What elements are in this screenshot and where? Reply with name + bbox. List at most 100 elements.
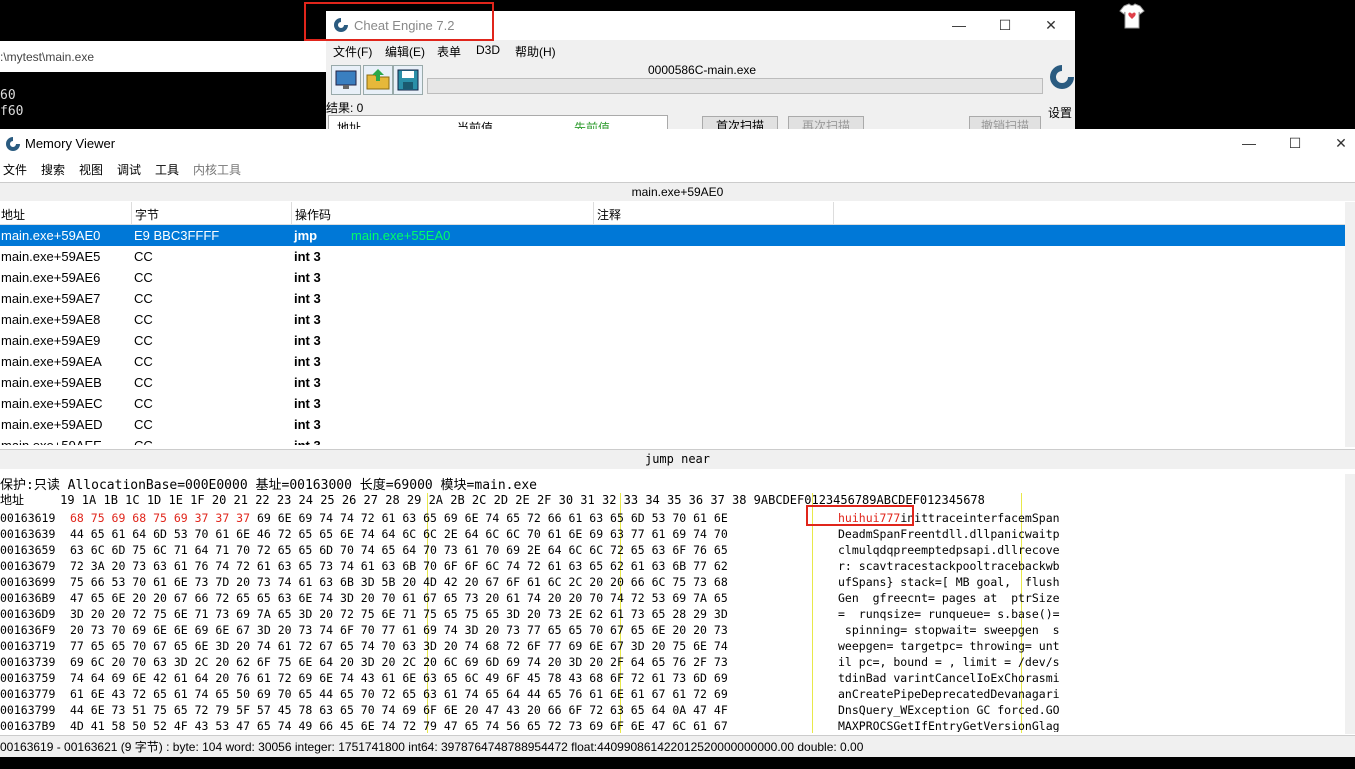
minimize-button[interactable]: — <box>936 11 982 40</box>
mv-titlebar[interactable]: Memory Viewer — ☐ ✕ <box>0 129 1355 158</box>
ascii-text: Gen gfreecnt= pages at ptrSize <box>838 591 1060 605</box>
disasm-row[interactable]: main.exe+59AE7 CC int 3 <box>0 288 1345 309</box>
maximize-button[interactable]: ☐ <box>1272 129 1318 158</box>
hex-row-bytes[interactable]: 44 6E 73 51 75 65 72 79 5F 57 45 78 63 6… <box>70 702 728 718</box>
taskbar-strip <box>0 757 1355 769</box>
hex-row-ascii[interactable]: Gen gfreecnt= pages at ptrSize <box>838 590 1060 606</box>
menu-file[interactable]: 文件 <box>3 161 27 178</box>
undo-scan-button[interactable]: 撤销扫描 <box>969 116 1041 129</box>
hex-row-ascii[interactable]: clmulqdqpreemptedpsapi.dllrecove <box>838 542 1060 558</box>
first-scan-button[interactable]: 首次扫描 <box>702 116 778 129</box>
hex-row-bytes[interactable]: 68 75 69 68 75 69 37 37 37 69 6E 69 74 7… <box>70 510 728 526</box>
col-address[interactable]: 地址 <box>1 206 25 223</box>
hex-row-bytes[interactable]: 20 73 70 69 6E 6E 69 6E 67 3D 20 73 74 6… <box>70 622 728 638</box>
col-opcode[interactable]: 操作码 <box>295 206 331 223</box>
menu-file[interactable]: 文件(F) <box>333 43 372 60</box>
hex-selected-bytes[interactable]: 68 75 69 68 75 69 37 37 37 <box>70 511 250 525</box>
menu-d3d[interactable]: D3D <box>476 43 500 57</box>
menu-edit[interactable]: 编辑(E) <box>385 43 425 60</box>
disasm-row[interactable]: main.exe+59AE9 CC int 3 <box>0 330 1345 351</box>
hex-dump[interactable]: 00163619 68 75 69 68 75 69 37 37 37 69 6E… <box>0 510 1345 732</box>
disasm-opcode: int 3 <box>294 312 321 327</box>
hex-row-ascii[interactable]: DnsQuery_WException GC forced.GO <box>838 702 1060 718</box>
save-button[interactable] <box>393 65 423 95</box>
hex-row-bytes[interactable]: 72 3A 20 73 63 61 76 74 72 61 63 65 73 7… <box>70 558 728 574</box>
hex-row-ascii[interactable]: spinning= stopwait= sweepgen s <box>838 622 1060 638</box>
disasm-row[interactable]: main.exe+59AEC CC int 3 <box>0 393 1345 414</box>
col-comment[interactable]: 注释 <box>597 206 621 223</box>
instruction-description: jump near <box>0 449 1355 469</box>
settings-label[interactable]: 设置 <box>1048 104 1072 121</box>
col-bytes[interactable]: 字节 <box>135 206 159 223</box>
close-button[interactable]: ✕ <box>1028 11 1074 40</box>
hex-row-ascii[interactable]: ufSpans} stack=[ MB goal, flush <box>838 574 1060 590</box>
folder-icon <box>366 69 390 90</box>
hex-row-bytes[interactable]: 77 65 65 70 67 65 6E 3D 20 74 61 72 67 6… <box>70 638 728 654</box>
hex-row-ascii[interactable]: MAXPROCSGetIfEntryGetVersionGlag <box>838 718 1060 732</box>
menu-search[interactable]: 搜索 <box>41 161 65 178</box>
disasm-row[interactable]: main.exe+59AED CC int 3 <box>0 414 1345 435</box>
hex-scrollbar[interactable] <box>1345 474 1355 734</box>
hex-row-ascii[interactable]: weepgen= targetpc= throwing= unt <box>838 638 1060 654</box>
hex-row-bytes[interactable]: 63 6C 6D 75 6C 71 64 71 70 72 65 65 6D 7… <box>70 542 728 558</box>
disasm-row[interactable]: main.exe+59AEB CC int 3 <box>0 372 1345 393</box>
disasm-row[interactable]: main.exe+59AEA CC int 3 <box>0 351 1345 372</box>
console-titlebar[interactable]: :\mytest\main.exe <box>0 41 326 72</box>
desktop-shirt-icon[interactable] <box>1118 2 1146 30</box>
close-button[interactable]: ✕ <box>1318 129 1355 158</box>
menu-tools[interactable]: 工具 <box>155 161 179 178</box>
next-scan-button[interactable]: 再次扫描 <box>788 116 864 129</box>
disasm-address: main.exe+59AE6 <box>1 270 101 285</box>
disasm-row[interactable]: main.exe+59AEE CC int 3 <box>0 435 1345 445</box>
hex-row-ascii[interactable]: il pc=, bound = , limit = /dev/s <box>838 654 1060 670</box>
disasm-address: main.exe+59AE9 <box>1 333 101 348</box>
col-current-value[interactable]: 当前值 <box>457 119 493 129</box>
col-address[interactable]: 地址 <box>337 119 361 129</box>
hex-row-bytes[interactable]: 69 6C 20 70 63 3D 2C 20 62 6F 75 6E 64 2… <box>70 654 728 670</box>
menu-kernel-tools[interactable]: 内核工具 <box>193 161 241 178</box>
minimize-button[interactable]: — <box>1226 129 1272 158</box>
hex-row-bytes[interactable]: 74 64 69 6E 42 61 64 20 76 61 72 69 6E 7… <box>70 670 728 686</box>
disasm-address: main.exe+59AEB <box>1 375 102 390</box>
hex-row-address: 00163679 <box>0 559 56 573</box>
hex-row-ascii[interactable]: = runqsize= runqueue= s.base()= <box>838 606 1060 622</box>
col-previous-value[interactable]: 先前值 <box>574 119 610 129</box>
disasm-row[interactable]: main.exe+59AE8 CC int 3 <box>0 309 1345 330</box>
disasm-jump-target[interactable]: main.exe+55EA0 <box>351 225 450 246</box>
menu-help[interactable]: 帮助(H) <box>515 43 556 60</box>
results-list-header: 地址 当前值 先前值 <box>328 115 668 129</box>
hex-row-ascii[interactable]: r: scavtracestackpooltracebackwb <box>838 558 1060 574</box>
hex-bytes-text: 69 6E 69 74 74 72 61 63 65 69 6E 74 65 7… <box>250 511 728 525</box>
disasm-bytes: CC <box>134 312 153 327</box>
hex-row-ascii[interactable]: anCreatePipeDeprecatedDevanagari <box>838 686 1060 702</box>
maximize-button[interactable]: ☐ <box>982 11 1028 40</box>
hex-row-bytes[interactable]: 61 6E 43 72 65 61 74 65 50 69 70 65 44 6… <box>70 686 728 702</box>
hex-bytes-text: 44 6E 73 51 75 65 72 79 5F 57 45 78 63 6… <box>70 703 728 717</box>
disassembly-list[interactable]: main.exe+59AE0 E9 BBC3FFFF jmp main.exe+… <box>0 225 1345 445</box>
menu-table[interactable]: 表单 <box>437 43 461 60</box>
highlight-box <box>304 2 494 41</box>
disasm-row[interactable]: main.exe+59AE0 E9 BBC3FFFF jmp main.exe+… <box>0 225 1345 246</box>
hex-row-bytes[interactable]: 4D 41 58 50 52 4F 43 53 47 65 74 49 66 4… <box>70 718 728 732</box>
hex-row-bytes[interactable]: 75 66 53 70 61 6E 73 7D 20 73 74 61 63 6… <box>70 574 728 590</box>
disasm-row[interactable]: main.exe+59AE5 CC int 3 <box>0 246 1345 267</box>
disasm-address: main.exe+59AE0 <box>1 228 101 243</box>
menu-debug[interactable]: 调试 <box>117 161 141 178</box>
menu-view[interactable]: 视图 <box>79 161 103 178</box>
open-process-button[interactable] <box>331 65 361 95</box>
hex-row-ascii[interactable]: tdinBad varintCancelIoExChorasmi <box>838 670 1060 686</box>
hex-row-bytes[interactable]: 47 65 6E 20 20 67 66 72 65 65 63 6E 74 3… <box>70 590 728 606</box>
hex-row-ascii[interactable]: DeadmSpanFreentdll.dllpanicwaitp <box>838 526 1060 542</box>
ce-settings-logo-icon[interactable] <box>1046 61 1075 104</box>
disassembly-scrollbar[interactable] <box>1345 202 1355 447</box>
disasm-opcode: int 3 <box>294 354 321 369</box>
hex-row-address: 00163619 <box>0 511 56 525</box>
disk-icon <box>397 69 419 91</box>
disasm-row[interactable]: main.exe+59AE6 CC int 3 <box>0 267 1345 288</box>
hex-row-bytes[interactable]: 44 65 61 64 6D 53 70 61 6E 46 72 65 65 6… <box>70 526 728 542</box>
hex-row-bytes[interactable]: 3D 20 20 72 75 6E 71 73 69 7A 65 3D 20 7… <box>70 606 728 622</box>
disasm-address: main.exe+59AEA <box>1 354 102 369</box>
hex-bytes-text: 72 3A 20 73 63 61 76 74 72 61 63 65 73 7… <box>70 559 728 573</box>
open-file-button[interactable] <box>363 65 393 95</box>
hex-row-address: 00163759 <box>0 671 56 685</box>
